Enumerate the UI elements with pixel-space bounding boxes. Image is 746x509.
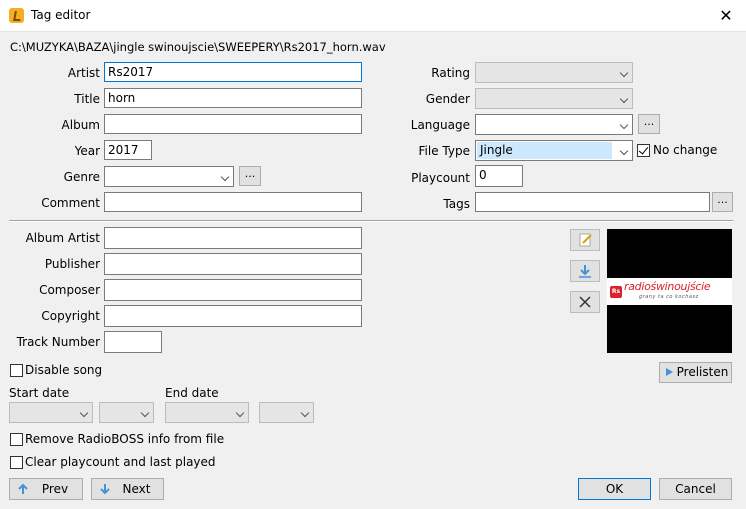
start-date-label: Start date xyxy=(9,386,70,400)
copyright-label: Copyright xyxy=(41,309,100,323)
artist-label: Artist xyxy=(67,66,100,80)
genre-select[interactable] xyxy=(104,166,234,187)
app-icon xyxy=(9,8,24,23)
cover-art-logo: Rs radioświnoujście grany ta co kochasz xyxy=(607,278,732,305)
playcount-input[interactable]: 0 xyxy=(475,165,523,187)
language-label: Language xyxy=(410,118,470,132)
language-more-button[interactable]: ... xyxy=(638,114,660,134)
album-artist-input[interactable] xyxy=(104,227,362,249)
remove-cover-button[interactable] xyxy=(570,291,600,313)
rating-select[interactable] xyxy=(475,62,633,83)
album-input[interactable] xyxy=(104,114,362,134)
chevron-down-icon xyxy=(619,94,629,104)
cover-art-image: Rs radioświnoujście grany ta co kochasz xyxy=(607,229,732,353)
prev-button[interactable]: Prev xyxy=(9,478,83,500)
no-change-checkbox[interactable] xyxy=(637,144,650,157)
arrow-up-icon xyxy=(18,483,28,494)
arrow-down-icon xyxy=(100,484,110,495)
copyright-input[interactable] xyxy=(104,305,362,327)
prev-label: Prev xyxy=(41,482,69,496)
logo-tagline: grany ta co kochasz xyxy=(639,294,699,300)
track-number-input[interactable] xyxy=(104,331,162,353)
composer-label: Composer xyxy=(39,283,100,297)
composer-input[interactable] xyxy=(104,279,362,301)
remove-info-checkbox[interactable] xyxy=(10,433,23,446)
rating-label: Rating xyxy=(431,66,470,80)
album-label: Album xyxy=(61,118,100,132)
publisher-input[interactable] xyxy=(104,253,362,275)
chevron-down-icon xyxy=(79,408,89,418)
chevron-down-icon xyxy=(140,408,150,418)
genre-more-button[interactable]: ... xyxy=(239,166,261,186)
tags-input[interactable] xyxy=(475,192,710,212)
prelisten-button[interactable]: Prelisten xyxy=(659,362,732,383)
track-number-label: Track Number xyxy=(16,335,100,349)
tags-more-button[interactable]: ... xyxy=(712,192,733,212)
section-divider xyxy=(9,220,733,222)
clear-playcount-label: Clear playcount and last played xyxy=(25,455,216,469)
disable-song-checkbox[interactable] xyxy=(10,364,23,377)
start-date-select[interactable] xyxy=(9,402,93,423)
gender-select[interactable] xyxy=(475,88,633,109)
start-time-select[interactable] xyxy=(99,402,154,423)
remove-info-label: Remove RadioBOSS info from file xyxy=(25,432,225,446)
end-date-label: End date xyxy=(165,386,219,400)
no-change-label: No change xyxy=(653,143,718,157)
genre-label: Genre xyxy=(63,170,100,184)
close-icon[interactable]: ✕ xyxy=(716,6,736,26)
file-type-value: Jingle xyxy=(477,142,612,159)
chevron-down-icon xyxy=(619,68,629,78)
next-button[interactable]: Next xyxy=(91,478,164,500)
disable-song-label: Disable song xyxy=(25,363,103,377)
album-artist-label: Album Artist xyxy=(25,231,100,245)
chevron-down-icon xyxy=(619,120,629,130)
title-input[interactable]: horn xyxy=(104,88,362,108)
window-title: Tag editor xyxy=(31,8,91,22)
chevron-down-icon xyxy=(300,408,310,418)
year-label: Year xyxy=(74,144,100,158)
play-icon xyxy=(666,368,673,376)
end-time-select[interactable] xyxy=(259,402,314,423)
language-select[interactable] xyxy=(475,114,633,135)
title-bar xyxy=(0,0,746,32)
edit-cover-button[interactable] xyxy=(570,229,600,251)
cancel-button[interactable]: Cancel xyxy=(659,478,732,500)
file-path: C:\MUZYKA\BAZA\jingle swinoujscie\SWEEPE… xyxy=(10,40,386,54)
end-date-select[interactable] xyxy=(165,402,249,423)
clear-playcount-checkbox[interactable] xyxy=(10,456,23,469)
next-label: Next xyxy=(122,482,151,496)
ok-button[interactable]: OK xyxy=(578,478,651,500)
year-input[interactable]: 2017 xyxy=(104,140,152,160)
title-label: Title xyxy=(74,92,100,106)
publisher-label: Publisher xyxy=(44,257,100,271)
file-type-select[interactable]: Jingle xyxy=(475,140,633,161)
file-type-label: File Type xyxy=(418,144,470,158)
playcount-label: Playcount xyxy=(411,171,470,185)
load-cover-button[interactable] xyxy=(570,260,600,282)
chevron-down-icon xyxy=(235,408,245,418)
delete-icon xyxy=(579,296,591,308)
chevron-down-icon xyxy=(619,146,629,156)
artist-input[interactable]: Rs2017 xyxy=(104,62,362,82)
gender-label: Gender xyxy=(425,92,470,106)
logo-brand: radioświnoujście xyxy=(624,280,711,293)
download-icon xyxy=(579,265,591,278)
logo-badge: Rs xyxy=(610,286,622,298)
edit-icon xyxy=(579,233,592,247)
tags-label: Tags xyxy=(443,197,470,211)
chevron-down-icon xyxy=(220,172,230,182)
comment-input[interactable] xyxy=(104,192,362,212)
comment-label: Comment xyxy=(41,196,100,210)
